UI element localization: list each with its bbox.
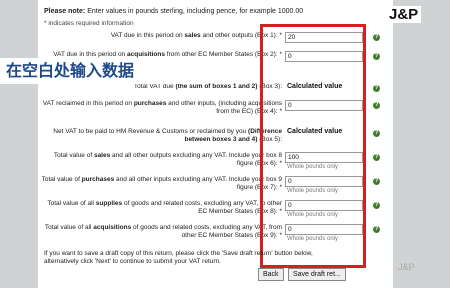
note-text: Enter values in pounds sterling, includi…	[87, 8, 304, 15]
highlight-box	[260, 24, 366, 268]
pounds-note: Please note: Enter values in pounds ster…	[44, 8, 303, 15]
field-label: Net VAT to be paid to HM Revenue & Custo…	[53, 128, 282, 143]
instruction-overlay: 在空白处输入数据	[0, 58, 200, 84]
help-icon[interactable]: ?	[373, 85, 380, 92]
field-label: Total VAT due (the sum of boxes 1 and 2)…	[133, 83, 282, 90]
help-icon[interactable]: ?	[373, 53, 380, 60]
watermark: J&P	[398, 262, 415, 272]
field-label: Total value of all acquisitions of goods…	[44, 224, 282, 239]
help-icon[interactable]: ?	[373, 130, 380, 137]
help-icon[interactable]: ?	[373, 34, 380, 41]
field-label: VAT due in this period on sales and othe…	[110, 32, 282, 39]
field-label: VAT reclaimed in this period on purchase…	[42, 100, 282, 115]
help-icon[interactable]: ?	[373, 226, 380, 233]
brand-logo: J&P	[386, 6, 422, 23]
save-draft-button[interactable]: Save draft ret...	[288, 268, 346, 281]
field-label: Total value of purchases and all other i…	[41, 176, 282, 191]
required-note: * indicates required information	[44, 20, 134, 27]
help-icon[interactable]: ?	[373, 102, 380, 109]
field-label: Total value of sales and all other outpu…	[53, 152, 282, 167]
help-icon[interactable]: ?	[373, 154, 380, 161]
help-icon[interactable]: ?	[373, 202, 380, 209]
note-prefix: Please note:	[44, 8, 86, 15]
help-icon[interactable]: ?	[373, 178, 380, 185]
footer-text: If you want to save a draft copy of this…	[44, 250, 313, 265]
back-button[interactable]: Back	[258, 268, 284, 281]
field-label: Total value of all supplies of goods and…	[47, 200, 282, 215]
